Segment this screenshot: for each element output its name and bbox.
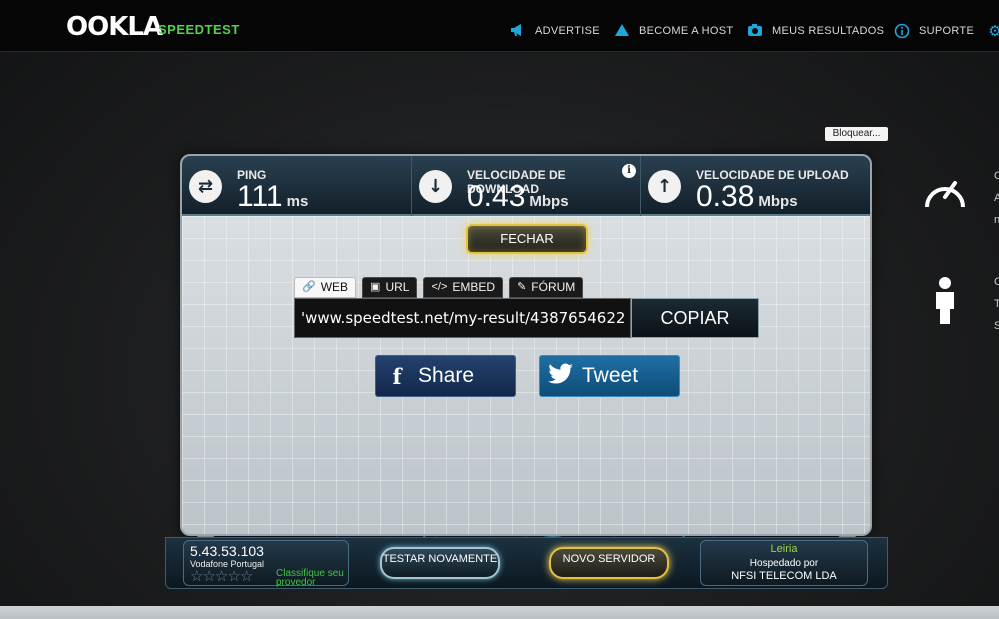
tab-forum[interactable]: ✎ FÓRUM (509, 277, 584, 298)
rate-provider-label[interactable]: Classifique seu provedor (276, 569, 354, 588)
share-url-field[interactable]: 'www.speedtest.net/my-result/4387654622 (294, 298, 631, 338)
ping-metric: ⇄ PING 111 ms (182, 156, 412, 216)
server-name: NFSI TELECOM LDA (731, 570, 837, 582)
speedtest-logo-text[interactable]: SPEEDTEST (158, 22, 240, 37)
close-button[interactable]: FECHAR (466, 224, 588, 254)
nav-advertise-label: ADVERTISE (535, 25, 600, 37)
download-arrow-icon: ↓ (419, 170, 452, 203)
info-icon (894, 23, 910, 39)
new-server-button[interactable]: NOVO SERVIDOR (549, 547, 669, 579)
speed-gauge-icon (925, 181, 965, 208)
tab-forum-label: FÓRUM (531, 280, 576, 294)
side-text-fragment: n (994, 214, 999, 226)
tab-web[interactable]: 🔗 WEB (294, 277, 357, 298)
upload-metric: ↑ VELOCIDADE DE UPLOAD 0.38 Mbps (641, 156, 870, 216)
facebook-share-button[interactable]: f Share (375, 355, 516, 397)
edit-icon: ✎ (517, 281, 527, 293)
twitter-tweet-button[interactable]: Tweet (539, 355, 680, 397)
twitter-bird-icon (540, 363, 582, 390)
results-panel: ⇄ PING 111 ms ↓ VELOCIDADE DE DOWNLOAD i … (180, 154, 872, 536)
triangle-icon (614, 23, 630, 39)
metrics-bar: ⇄ PING 111 ms ↓ VELOCIDADE DE DOWNLOAD i … (182, 156, 870, 216)
side-text-fragment: C (994, 276, 999, 288)
rating-star-icon[interactable]: ☆ (190, 567, 203, 585)
nav-my-results[interactable]: MEUS RESULTADOS (747, 22, 884, 40)
upload-value-row: 0.38 Mbps (696, 180, 798, 219)
side-text-fragment: C (994, 170, 999, 182)
ping-icon: ⇄ (189, 170, 222, 203)
server-city: Leiria (770, 543, 798, 555)
retest-button[interactable]: TESTAR NOVAMENTE (380, 547, 500, 579)
download-unit: Mbps (529, 193, 569, 210)
megaphone-icon (510, 23, 526, 39)
client-ip: 5.43.53.103 (190, 543, 264, 559)
isp-rating-stars[interactable]: ☆☆☆☆☆ (190, 567, 253, 585)
tab-url[interactable]: ▣ URL (362, 277, 418, 298)
nav-my-results-label: MEUS RESULTADOS (772, 25, 885, 37)
nav-become-host[interactable]: BECOME A HOST (614, 22, 733, 40)
side-text-fragment: S (994, 320, 999, 332)
camera-icon (747, 23, 763, 39)
share-tabs: 🔗 WEB ▣ URL </> EMBED ✎ FÓRUM (294, 277, 584, 298)
nav-support[interactable]: SUPORTE (894, 22, 974, 40)
ping-value-row: 111 ms (237, 180, 308, 219)
facebook-share-label: Share (418, 364, 475, 387)
code-icon: </> (431, 281, 448, 293)
footer-strip (0, 606, 999, 619)
ping-unit: ms (286, 193, 309, 210)
rating-star-icon[interactable]: ☆ (240, 567, 253, 585)
nav-become-host-label: BECOME A HOST (639, 25, 734, 37)
tab-embed-label: EMBED (452, 280, 496, 294)
ookla-logo[interactable]: OOKLA (66, 12, 163, 42)
download-metric: ↓ VELOCIDADE DE DOWNLOAD i 0.43 Mbps (412, 156, 641, 216)
tab-url-label: URL (385, 280, 410, 294)
tab-web-label: WEB (320, 280, 349, 294)
top-bar: OOKLA SPEEDTEST ADVERTISE BECOME A HOST … (0, 0, 999, 52)
image-icon: ▣ (370, 281, 381, 293)
side-text-fragment: T (994, 298, 999, 310)
download-value: 0.43 (467, 180, 526, 213)
panel-grid-background (182, 216, 870, 534)
settings-gear[interactable]: ⚙ (987, 22, 999, 40)
side-text-fragment: A (994, 192, 999, 204)
upload-value: 0.38 (696, 180, 755, 213)
rating-star-icon[interactable]: ☆ (215, 567, 228, 585)
facebook-icon: f (392, 363, 402, 389)
gear-icon: ⚙ (988, 22, 999, 40)
nav-advertise[interactable]: ADVERTISE (510, 22, 600, 40)
ping-value: 111 (237, 180, 283, 213)
download-info-icon[interactable]: i (622, 164, 636, 178)
rating-star-icon[interactable]: ☆ (227, 567, 240, 585)
block-ad-button[interactable]: Bloquear... (825, 127, 888, 141)
tab-embed[interactable]: </> EMBED (423, 277, 504, 298)
upload-unit: Mbps (758, 193, 798, 210)
rating-star-icon[interactable]: ☆ (202, 567, 215, 585)
server-hosted-by: Hospedado por (749, 558, 819, 569)
nav-support-label: SUPORTE (919, 25, 975, 37)
twitter-tweet-label: Tweet (582, 364, 639, 387)
copy-button[interactable]: COPIAR (631, 298, 759, 338)
link-icon: 🔗 (302, 281, 316, 293)
upload-arrow-icon: ↑ (648, 170, 681, 203)
person-icon (936, 277, 954, 324)
download-value-row: 0.43 Mbps (467, 180, 569, 219)
